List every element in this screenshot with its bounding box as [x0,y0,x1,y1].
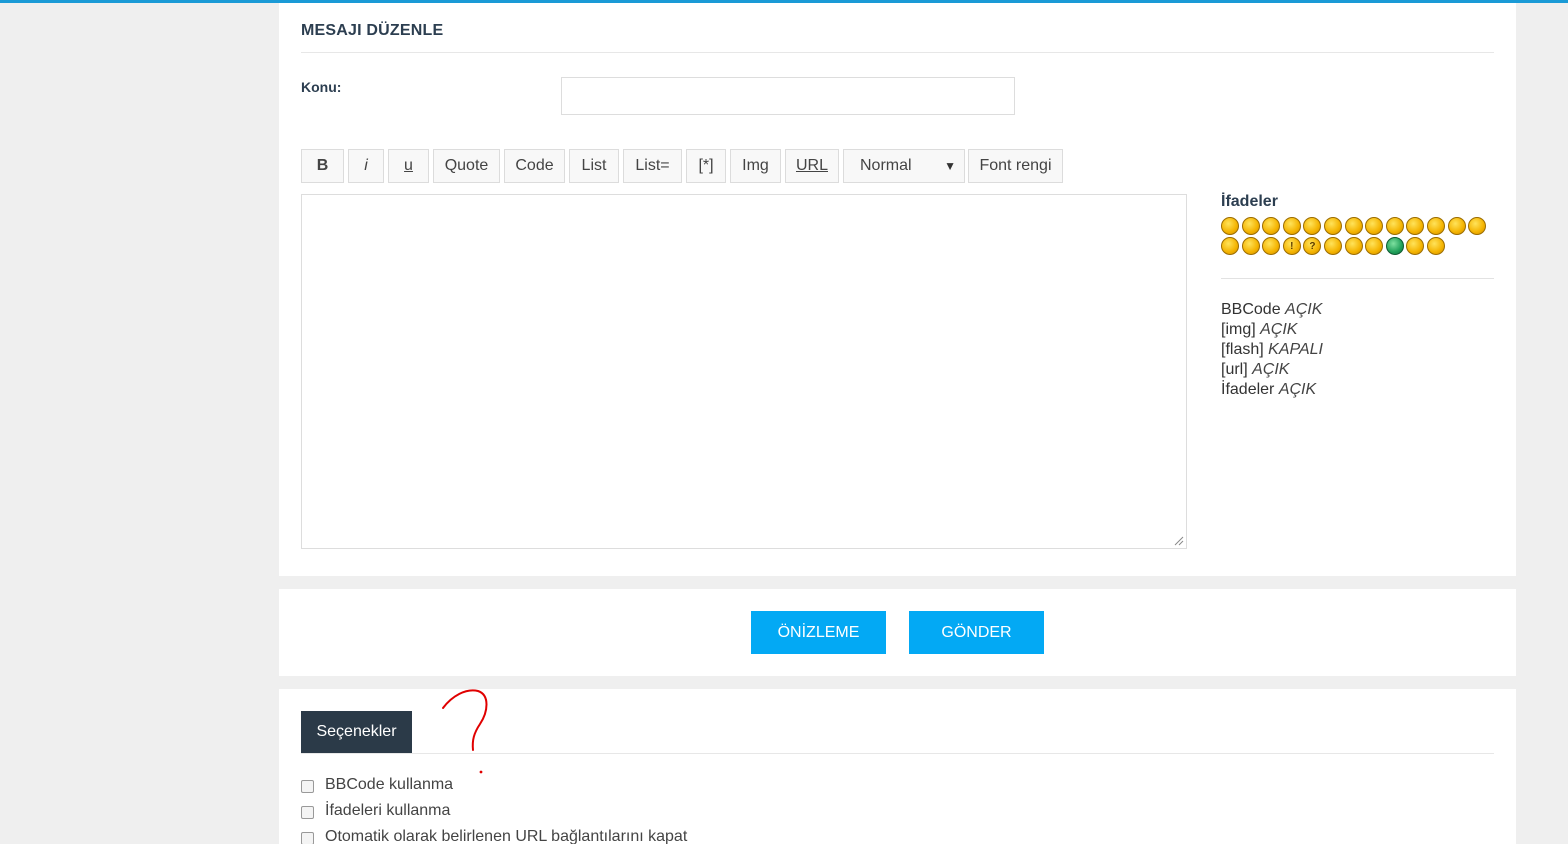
status-bbcode-label: BBCode [1221,301,1281,318]
status-smilies-label: İfadeler [1221,381,1275,398]
code-button[interactable]: Code [504,149,565,183]
smiley-icon[interactable] [1324,237,1342,255]
status-url-value: AÇIK [1252,361,1290,378]
status-img: [img] AÇIK [1221,321,1297,339]
smiley-icon[interactable] [1344,217,1363,235]
subject-label: Konu: [301,79,342,95]
question-mark-annotation-icon [442,689,488,774]
bold-button[interactable]: B [301,149,344,183]
status-url-label: [url] [1221,361,1248,378]
list-button[interactable]: List [569,149,619,183]
option-label: Otomatik olarak belirlenen URL bağlantıl… [325,828,688,844]
tab-options[interactable]: Seçenekler [301,711,412,753]
status-smilies-value: AÇIK [1278,381,1317,398]
ordered-list-button[interactable]: List= [623,149,682,183]
message-textarea[interactable] [301,194,1187,549]
preview-button[interactable]: ÖNİZLEME [751,611,886,654]
edit-message-panel: MESAJI DÜZENLE Konu: B i u Quote Code Li… [279,3,1516,576]
smiley-icon[interactable] [1303,217,1322,235]
disable-smilies-checkbox[interactable] [301,806,314,819]
status-bbcode-value: AÇIK [1285,301,1323,318]
title-divider [301,52,1494,53]
status-bbcode: BBCode AÇIK [1221,301,1322,319]
option-disable-magic-url[interactable]: Otomatik olarak belirlenen URL bağlantıl… [301,828,687,844]
smiley-icon[interactable] [1221,217,1239,235]
smilies-title: İfadeler [1221,193,1278,210]
font-size-value: Normal [860,157,912,174]
disable-magic-url-checkbox[interactable] [301,832,314,844]
list-item-button[interactable]: [*] [686,149,726,183]
smiley-icon[interactable] [1385,217,1404,235]
chevron-down-icon: ▼ [944,159,956,173]
smiley-icon[interactable] [1365,237,1384,255]
option-disable-smilies[interactable]: İfadeleri kullanma [301,802,450,820]
status-img-label: [img] [1221,321,1256,338]
smiley-icon[interactable] [1344,237,1363,255]
status-flash: [flash] KAPALI [1221,341,1323,359]
smiley-icon[interactable] [1241,217,1260,235]
submit-button[interactable]: GÖNDER [909,611,1044,654]
option-label: İfadeleri kullanma [325,802,451,819]
smiley-icon[interactable] [1427,237,1445,255]
option-label: BBCode kullanma [325,776,454,793]
status-flash-label: [flash] [1221,341,1264,358]
font-color-button[interactable]: Font rengi [968,149,1063,183]
smiley-icon[interactable]: ? [1303,237,1322,255]
status-img-value: AÇIK [1260,321,1298,338]
status-smilies: İfadeler AÇIK [1221,381,1316,399]
url-button[interactable]: URL [785,149,839,183]
smiley-icon[interactable] [1262,217,1281,235]
actions-panel: ÖNİZLEME GÖNDER [279,589,1516,676]
smiley-icon[interactable]: ! [1282,237,1301,255]
smiley-icon[interactable] [1282,217,1301,235]
status-flash-value: KAPALI [1268,341,1323,358]
disable-bbcode-checkbox[interactable] [301,780,314,793]
smiley-icon[interactable] [1447,217,1466,235]
italic-button[interactable]: i [348,149,384,183]
editor-sidebar: İfadeler !? BBCode AÇIK [img] AÇIK [flas… [1221,193,1494,398]
sidebar-divider [1221,278,1494,279]
smiley-icon[interactable] [1406,217,1425,235]
underline-button[interactable]: u [388,149,429,183]
smiley-icon[interactable] [1324,217,1342,235]
img-button[interactable]: Img [730,149,781,183]
subject-input[interactable] [561,77,1015,115]
smiley-icon[interactable] [1406,237,1425,255]
font-size-select[interactable]: Normal ▼ [843,149,965,183]
status-url: [url] AÇIK [1221,361,1289,379]
smiley-icon[interactable] [1365,217,1384,235]
smiley-icon[interactable] [1427,217,1445,235]
smiley-icon[interactable] [1221,237,1239,255]
smiley-icon[interactable] [1468,217,1487,235]
smiley-icon[interactable] [1241,237,1260,255]
smiley-icon[interactable] [1262,237,1281,255]
option-disable-bbcode[interactable]: BBCode kullanma [301,776,453,794]
smiley-icon[interactable] [1385,237,1404,255]
quote-button[interactable]: Quote [433,149,500,183]
page-title: MESAJI DÜZENLE [301,22,444,39]
resize-grip-icon[interactable] [1174,536,1184,546]
